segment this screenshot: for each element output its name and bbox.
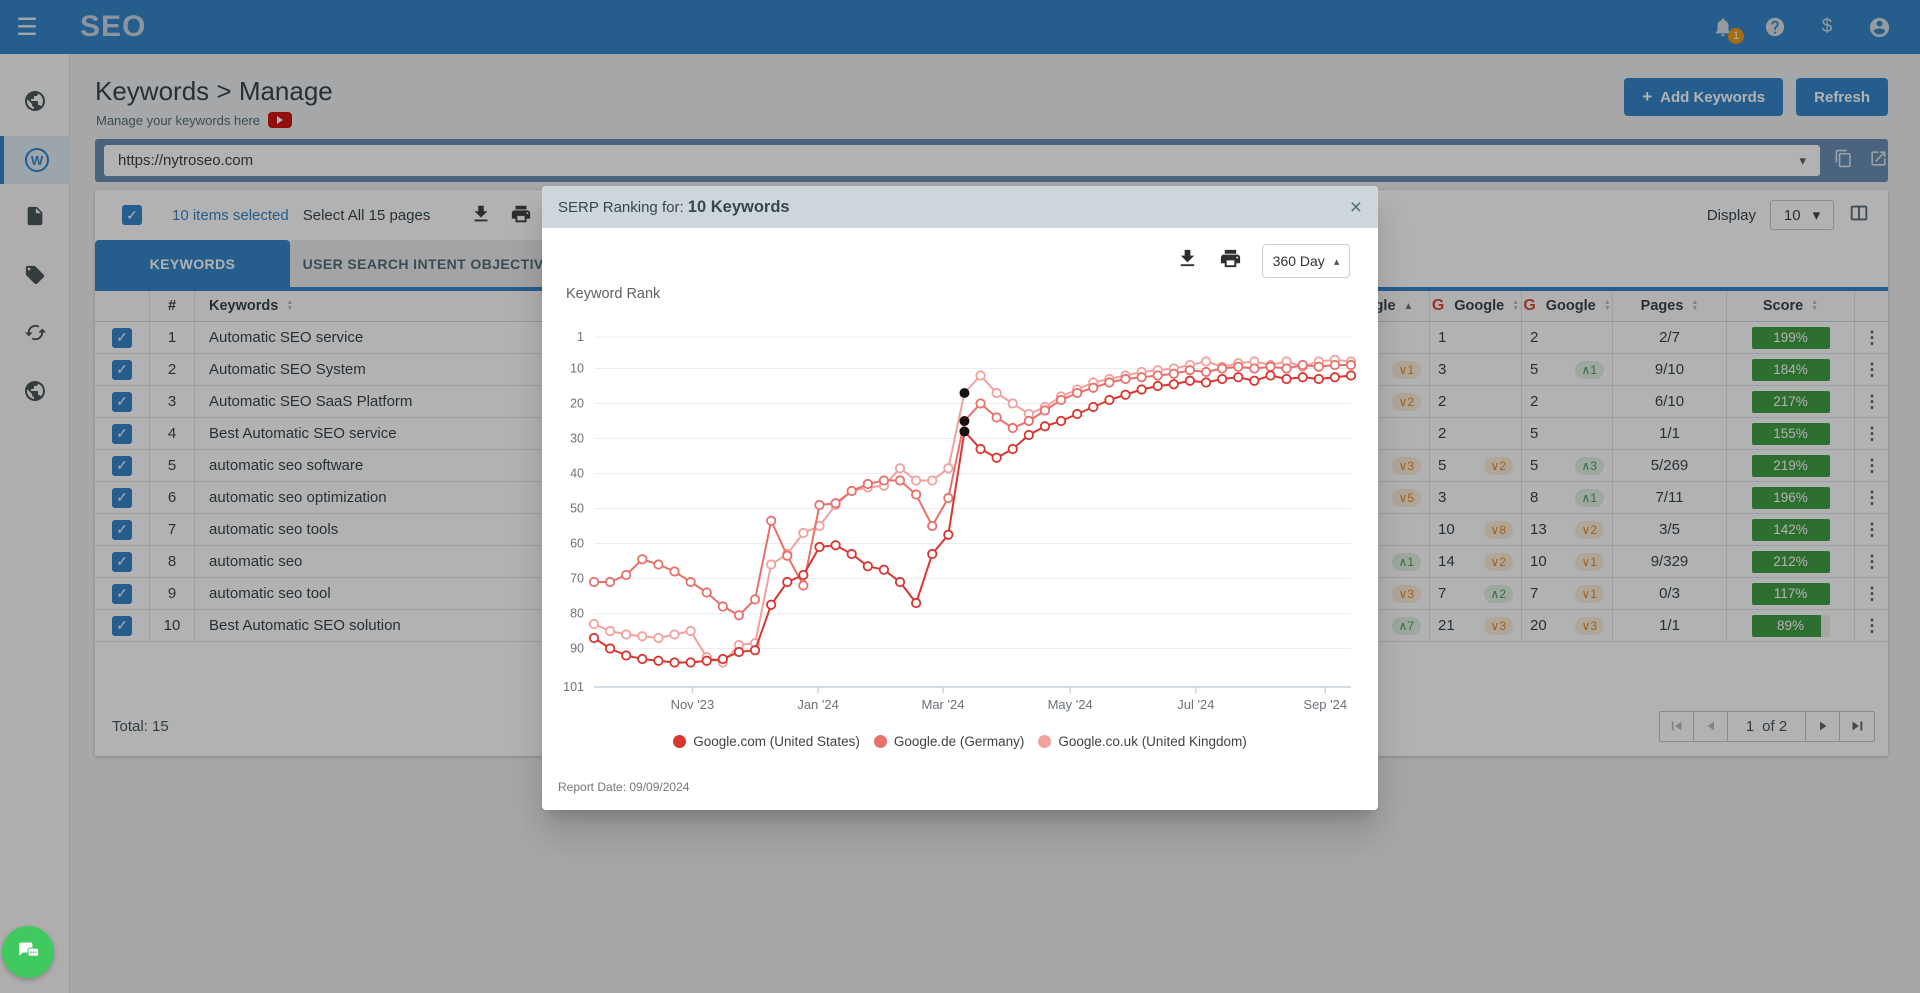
- svg-text:Nov '23: Nov '23: [671, 697, 715, 712]
- serp-rank-chart: 1 10 20 30 40 50 60 70 80 90 101 Nov '23 Jan '24 Mar …: [548, 312, 1370, 726]
- chevron-up-icon: ▴: [1334, 255, 1340, 268]
- legend-dot-icon: [1038, 735, 1051, 748]
- close-icon[interactable]: ×: [1350, 197, 1362, 218]
- legend-item[interactable]: Google.co.uk (United Kingdom): [1038, 734, 1246, 749]
- report-date: Report Date: 09/09/2024: [558, 780, 689, 794]
- chart-download-icon[interactable]: [1176, 247, 1199, 275]
- modal-header: SERP Ranking for: 10 Keywords ×: [542, 186, 1378, 228]
- svg-text:Sep '24: Sep '24: [1303, 697, 1347, 712]
- date-range-select[interactable]: 360 Day ▴: [1262, 244, 1350, 278]
- svg-text:70: 70: [570, 572, 584, 586]
- chart-print-icon[interactable]: [1219, 247, 1242, 275]
- svg-text:1: 1: [577, 330, 584, 344]
- chat-bubbles-icon: [13, 935, 43, 970]
- chart-title: Keyword Rank: [566, 286, 660, 302]
- legend-label: Google.co.uk (United Kingdom): [1058, 734, 1246, 749]
- svg-text:50: 50: [570, 502, 584, 516]
- svg-text:10: 10: [570, 362, 584, 376]
- legend-dot-icon: [874, 735, 887, 748]
- serp-ranking-modal: SERP Ranking for: 10 Keywords × 360 Day …: [542, 186, 1378, 810]
- svg-text:Jan '24: Jan '24: [797, 697, 839, 712]
- modal-title-keywords: 10 Keywords: [688, 198, 790, 216]
- svg-text:30: 30: [570, 432, 584, 446]
- svg-text:80: 80: [570, 607, 584, 621]
- legend-label: Google.com (United States): [693, 734, 860, 749]
- chat-widget-button[interactable]: [2, 926, 54, 978]
- svg-text:May '24: May '24: [1048, 697, 1093, 712]
- legend-label: Google.de (Germany): [894, 734, 1025, 749]
- modal-title: SERP Ranking for: 10 Keywords: [558, 198, 790, 217]
- svg-text:101: 101: [563, 680, 584, 694]
- svg-text:60: 60: [570, 537, 584, 551]
- legend-dot-icon: [673, 735, 686, 748]
- legend-item[interactable]: Google.de (Germany): [874, 734, 1025, 749]
- chart-legend: Google.com (United States) Google.de (Ger…: [542, 734, 1378, 749]
- svg-text:Mar '24: Mar '24: [922, 697, 965, 712]
- svg-text:20: 20: [570, 397, 584, 411]
- svg-text:Jul '24: Jul '24: [1177, 697, 1214, 712]
- legend-item[interactable]: Google.com (United States): [673, 734, 860, 749]
- svg-text:90: 90: [570, 642, 584, 656]
- svg-text:40: 40: [570, 467, 584, 481]
